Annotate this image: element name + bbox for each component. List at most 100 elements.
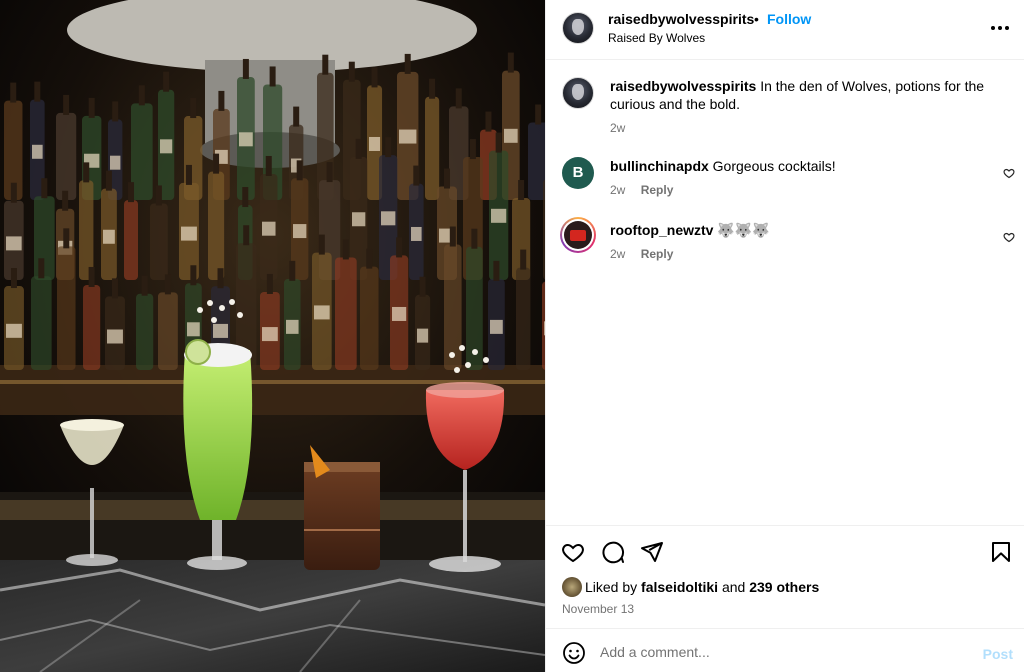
comment-meta: 2w Reply bbox=[610, 247, 685, 261]
bottle-neck bbox=[163, 71, 170, 92]
bottle-neck bbox=[10, 82, 17, 103]
tv-logo-icon bbox=[564, 221, 592, 249]
likes-connector: and bbox=[721, 579, 746, 595]
comment-text: 🐺🐺🐺 bbox=[717, 222, 770, 238]
comment-meta: 2w Reply bbox=[610, 183, 685, 197]
bottle-neck bbox=[507, 52, 514, 73]
bookmark-icon[interactable] bbox=[989, 540, 1013, 564]
bottle-neck bbox=[485, 111, 492, 132]
comment-age[interactable]: 2w bbox=[610, 247, 625, 261]
bottle-neck bbox=[10, 268, 17, 289]
post-details-panel: raisedbywolvesspirits • Follow Raised By… bbox=[545, 0, 1024, 672]
bottle-label bbox=[187, 322, 200, 337]
commenter-avatar-story-ring[interactable] bbox=[560, 217, 596, 253]
caption-age[interactable]: 2w bbox=[610, 121, 625, 135]
commenter-avatar[interactable]: B bbox=[562, 157, 594, 189]
follow-button[interactable]: Follow bbox=[767, 11, 811, 27]
bottle-label bbox=[352, 212, 366, 227]
bottle-neck bbox=[495, 132, 502, 153]
bottle-neck bbox=[88, 266, 95, 287]
post-photo[interactable] bbox=[0, 0, 545, 672]
header-separator: • bbox=[754, 11, 759, 27]
bottle-neck bbox=[217, 268, 224, 289]
bottle bbox=[34, 196, 55, 280]
liker-avatar[interactable] bbox=[562, 577, 582, 597]
bottle-label bbox=[381, 211, 396, 226]
bottle-label bbox=[181, 226, 197, 241]
bottle-label bbox=[411, 226, 422, 241]
bottle-neck bbox=[404, 53, 411, 74]
author-username[interactable]: raisedbywolvesspirits bbox=[608, 11, 754, 27]
bottle-neck bbox=[444, 168, 451, 189]
comment-composer: Post bbox=[546, 628, 1024, 672]
bottle-label bbox=[6, 323, 22, 338]
bottle-label bbox=[314, 305, 330, 320]
comment-username[interactable]: rooftop_newztv bbox=[610, 222, 713, 238]
bottle bbox=[425, 96, 440, 200]
bottle bbox=[150, 203, 168, 280]
bottle-label bbox=[32, 144, 43, 159]
bottle-neck bbox=[355, 138, 362, 159]
post-comment-button[interactable]: Post bbox=[983, 646, 1013, 662]
bottle-neck bbox=[63, 94, 70, 115]
bottle bbox=[57, 246, 76, 370]
comment-like-icon[interactable] bbox=[1003, 167, 1015, 179]
bottle-neck bbox=[10, 182, 17, 203]
bottle-neck bbox=[41, 178, 48, 199]
caption-username[interactable]: raisedbywolvesspirits bbox=[610, 78, 756, 94]
comment-like-icon[interactable] bbox=[1003, 231, 1015, 243]
bottle-label bbox=[504, 128, 518, 143]
comment-username[interactable]: bullinchinapdx bbox=[610, 158, 709, 174]
emoji-icon[interactable] bbox=[562, 641, 586, 665]
liker-username[interactable]: falseidoltiki bbox=[641, 579, 718, 595]
post-location[interactable]: Raised By Wolves bbox=[608, 31, 705, 45]
bottle bbox=[516, 267, 531, 370]
post-actions: Liked by falseidoltiki and 239 others No… bbox=[546, 525, 1024, 628]
bottle-neck bbox=[218, 90, 225, 111]
share-icon[interactable] bbox=[640, 540, 664, 564]
bottle-neck bbox=[322, 54, 329, 75]
bottle bbox=[56, 112, 77, 200]
caption-author-avatar[interactable] bbox=[562, 77, 594, 109]
bottle-label bbox=[107, 329, 123, 344]
heart-icon[interactable] bbox=[561, 540, 585, 564]
bottle-neck bbox=[413, 165, 420, 186]
bottle-neck bbox=[471, 228, 478, 249]
bottle-neck bbox=[243, 225, 250, 246]
post-date[interactable]: November 13 bbox=[562, 602, 634, 616]
reply-button[interactable]: Reply bbox=[641, 183, 674, 197]
bottle-neck bbox=[371, 67, 378, 88]
comment-icon[interactable] bbox=[601, 540, 625, 564]
bottle-neck bbox=[289, 260, 296, 281]
more-options-icon[interactable] bbox=[989, 18, 1011, 38]
bottle-neck bbox=[318, 234, 325, 255]
bottle-label bbox=[490, 319, 503, 334]
bottle-neck bbox=[63, 228, 70, 249]
comment-input[interactable] bbox=[600, 640, 970, 664]
bottle-neck bbox=[164, 274, 171, 295]
bottle-neck bbox=[141, 275, 148, 296]
comment-text-block: rooftop_newztv 🐺🐺🐺 bbox=[610, 221, 990, 239]
bottle-label bbox=[369, 136, 381, 151]
bottle-neck bbox=[265, 155, 272, 176]
bottle-neck bbox=[83, 162, 90, 183]
bottle-label bbox=[213, 323, 229, 338]
bottle bbox=[444, 244, 462, 370]
likes-others-link[interactable]: 239 others bbox=[749, 579, 819, 595]
author-avatar[interactable] bbox=[562, 12, 594, 44]
bottle-label bbox=[160, 139, 173, 154]
bottle-neck bbox=[190, 265, 197, 286]
bottle-neck bbox=[326, 162, 333, 183]
comments-list: raisedbywolvesspirits In the den of Wolv… bbox=[546, 61, 1024, 525]
comment-age[interactable]: 2w bbox=[610, 183, 625, 197]
bottle-neck bbox=[293, 106, 300, 127]
bottle-label bbox=[239, 132, 253, 147]
bottle-neck bbox=[348, 61, 355, 82]
bottle bbox=[208, 171, 225, 280]
bottle-neck bbox=[449, 226, 456, 247]
bottle bbox=[335, 257, 357, 370]
caption-meta: 2w bbox=[610, 121, 637, 135]
bottle-neck bbox=[155, 185, 162, 206]
reply-button[interactable]: Reply bbox=[641, 247, 674, 261]
bottle-neck bbox=[366, 248, 373, 269]
